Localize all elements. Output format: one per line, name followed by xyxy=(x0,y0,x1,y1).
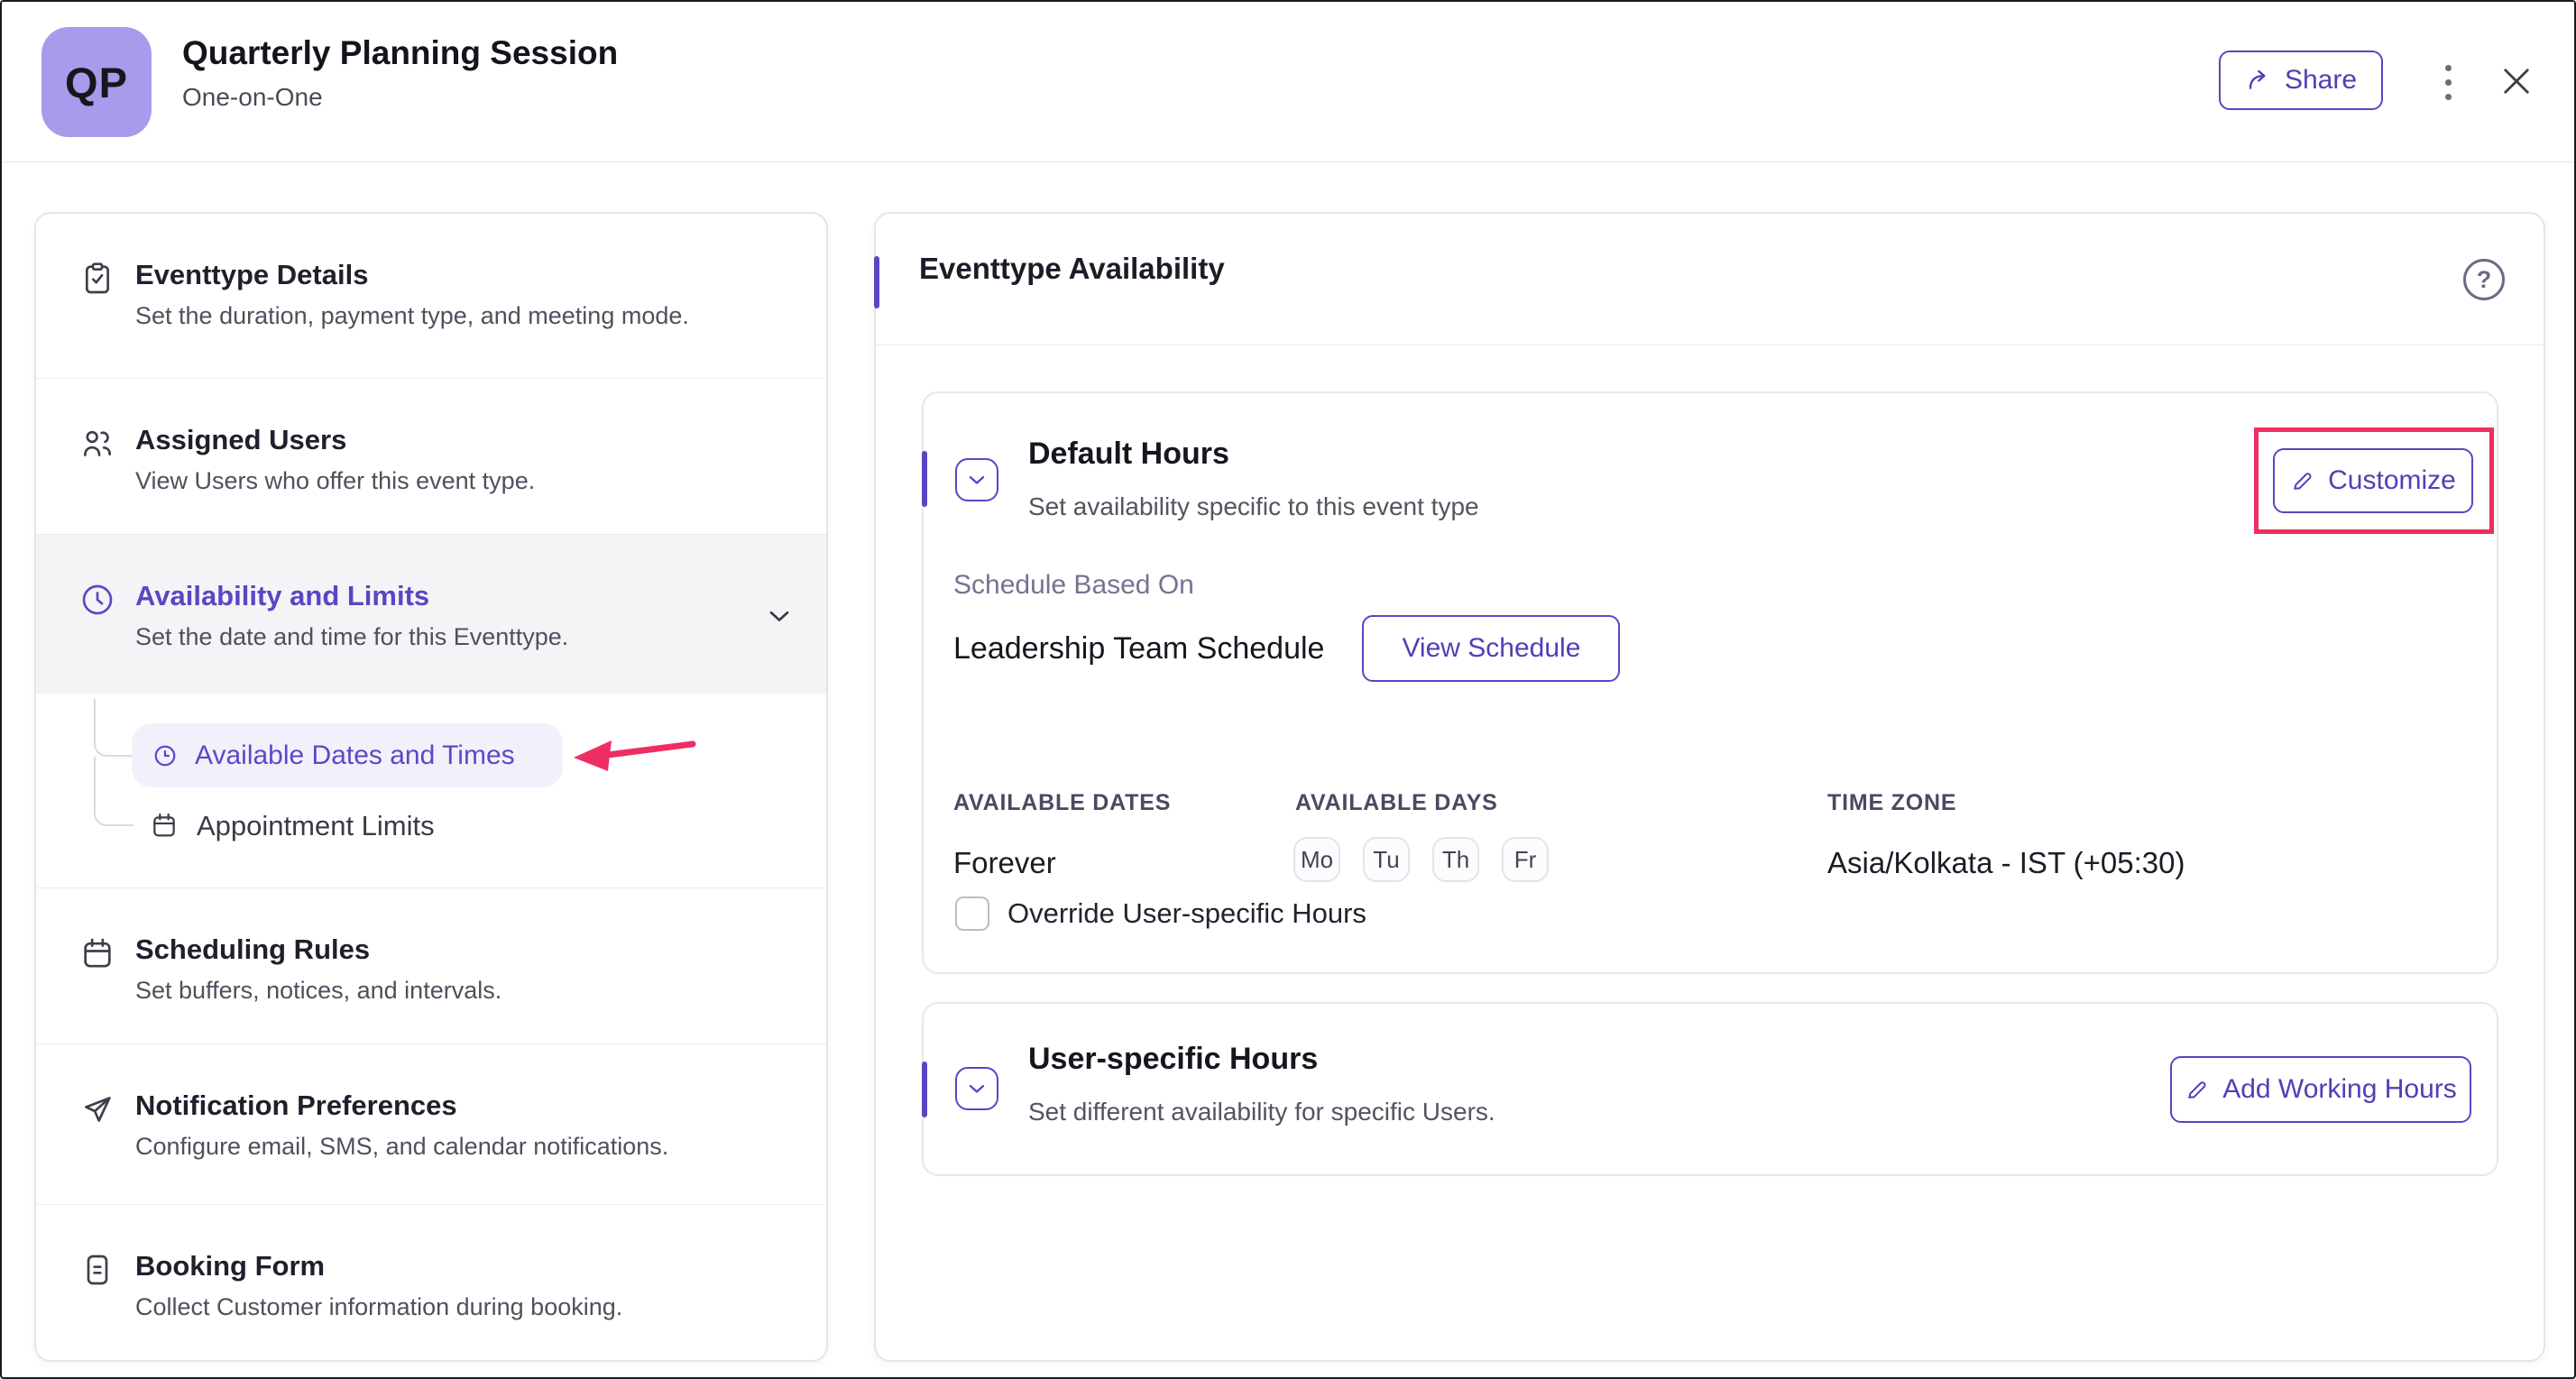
sidebar-item-desc: Configure email, SMS, and calendar notif… xyxy=(135,1133,669,1160)
sidebar-subitem-available-dates-and-times[interactable]: Available Dates and Times xyxy=(132,723,563,787)
clipboard-check-icon xyxy=(79,261,115,297)
panel-title: Eventtype Availability xyxy=(919,252,1225,285)
tree-connector xyxy=(94,699,133,757)
share-label: Share xyxy=(2284,65,2358,95)
override-label: Override User-specific Hours xyxy=(1007,897,1366,929)
user-specific-hours-card: User-specific Hours Set different availa… xyxy=(922,1002,2498,1176)
clock-icon xyxy=(79,582,115,618)
help-glyph: ? xyxy=(2476,265,2492,293)
users-icon xyxy=(79,426,115,462)
sidebar-item-desc: Set the duration, payment type, and meet… xyxy=(135,302,689,329)
time-zone-value: Asia/Kolkata - IST (+05:30) xyxy=(1827,846,2185,879)
page-title: Quarterly Planning Session xyxy=(182,34,619,71)
chevron-down-icon xyxy=(964,1076,989,1101)
day-chip: Mo xyxy=(1293,837,1340,882)
card-title: User-specific Hours xyxy=(1028,1042,1319,1076)
available-dates-value: Forever xyxy=(953,846,1056,879)
chevron-down-icon xyxy=(964,467,989,492)
sidebar-item-title: Scheduling Rules xyxy=(135,933,371,965)
pencil-icon xyxy=(2185,1077,2210,1102)
sidebar-item-assigned-users[interactable]: Assigned Users View Users who offer this… xyxy=(36,378,826,534)
send-icon xyxy=(79,1091,115,1127)
collapse-default-hours-button[interactable] xyxy=(955,458,998,501)
override-checkbox[interactable] xyxy=(955,896,989,931)
calendar-small-icon xyxy=(150,811,179,840)
view-schedule-button[interactable]: View Schedule xyxy=(1362,615,1621,682)
day-chip: Tu xyxy=(1363,837,1410,882)
sidebar-item-desc: Set buffers, notices, and intervals. xyxy=(135,977,502,1004)
sidebar-item-notification-preferences[interactable]: Notification Preferences Configure email… xyxy=(36,1043,826,1204)
schedule-name: Leadership Team Schedule xyxy=(953,630,1325,666)
help-icon[interactable]: ? xyxy=(2463,259,2505,300)
card-accent-bar xyxy=(922,1062,927,1117)
schedule-based-on-label: Schedule Based On xyxy=(953,570,1194,600)
sidebar-item-availability-and-limits[interactable]: Availability and Limits Set the date and… xyxy=(36,534,826,694)
availability-panel: Eventtype Availability ? Default Hours S… xyxy=(874,212,2545,1362)
sidebar-item-title: Eventtype Details xyxy=(135,259,369,290)
card-accent-bar xyxy=(922,451,927,507)
sidebar-item-desc: Collect Customer information during book… xyxy=(135,1293,623,1320)
sidebar-subitem-appointment-limits[interactable]: Appointment Limits xyxy=(197,809,435,843)
time-zone-label: TIME ZONE xyxy=(1827,790,1957,815)
more-options-button[interactable] xyxy=(2430,56,2466,108)
header-text: Quarterly Planning Session One-on-One xyxy=(182,34,618,112)
app-window: QP Quarterly Planning Session One-on-One… xyxy=(0,0,2576,1379)
calendar-icon xyxy=(79,935,115,971)
available-days-chips: Mo Tu Th Fr xyxy=(1293,837,1549,882)
available-days-label: AVAILABLE DAYS xyxy=(1295,790,1498,815)
sidebar-item-title: Booking Form xyxy=(135,1250,326,1282)
availability-subsection: Available Dates and Times Appointment Li… xyxy=(36,694,826,887)
avatar-initials: QP xyxy=(65,58,128,106)
close-icon xyxy=(2498,62,2535,100)
share-button[interactable]: Share xyxy=(2219,51,2383,110)
form-icon xyxy=(79,1252,115,1288)
annotation-arrow-icon xyxy=(566,730,702,780)
collapse-user-hours-button[interactable] xyxy=(955,1067,998,1110)
chevron-down-icon[interactable] xyxy=(763,600,796,632)
tree-connector xyxy=(94,757,133,826)
view-schedule-label: View Schedule xyxy=(1402,633,1581,663)
settings-sidebar: Eventtype Details Set the duration, paym… xyxy=(34,212,828,1362)
day-chip: Fr xyxy=(1502,837,1549,882)
card-desc: Set different availability for specific … xyxy=(1028,1098,1495,1126)
default-hours-card: Default Hours Set availability specific … xyxy=(922,391,2498,974)
avatar: QP xyxy=(41,27,152,137)
sidebar-item-scheduling-rules[interactable]: Scheduling Rules Set buffers, notices, a… xyxy=(36,887,826,1043)
sidebar-item-title: Assigned Users xyxy=(135,424,347,455)
override-row: Override User-specific Hours xyxy=(955,896,1366,931)
sidebar-item-title: Availability and Limits xyxy=(135,580,430,611)
subitem-label: Available Dates and Times xyxy=(195,740,515,770)
clock-small-icon xyxy=(152,742,179,769)
sidebar-item-booking-form[interactable]: Booking Form Collect Customer informatio… xyxy=(36,1204,826,1360)
add-working-hours-label: Add Working Hours xyxy=(2222,1074,2457,1104)
available-dates-label: AVAILABLE DATES xyxy=(953,790,1172,815)
close-button[interactable] xyxy=(2493,58,2540,105)
title-accent-bar xyxy=(874,256,879,308)
day-chip: Th xyxy=(1432,837,1479,882)
customize-label: Customize xyxy=(2328,465,2456,495)
pencil-icon xyxy=(2290,468,2315,493)
add-working-hours-button[interactable]: Add Working Hours xyxy=(2170,1056,2471,1123)
sidebar-item-desc: Set the date and time for this Eventtype… xyxy=(135,623,569,650)
header: QP Quarterly Planning Session One-on-One… xyxy=(2,2,2574,162)
card-title: Default Hours xyxy=(1028,437,1229,471)
card-desc: Set availability specific to this event … xyxy=(1028,492,1479,520)
sidebar-item-title: Notification Preferences xyxy=(135,1089,457,1121)
page-subtitle: One-on-One xyxy=(182,83,323,111)
customize-button[interactable]: Customize xyxy=(2273,448,2473,513)
schedule-row: Leadership Team Schedule View Schedule xyxy=(953,615,1621,682)
sidebar-item-desc: View Users who offer this event type. xyxy=(135,467,536,494)
share-icon xyxy=(2245,66,2274,95)
sidebar-item-eventtype-details[interactable]: Eventtype Details Set the duration, paym… xyxy=(36,214,826,378)
